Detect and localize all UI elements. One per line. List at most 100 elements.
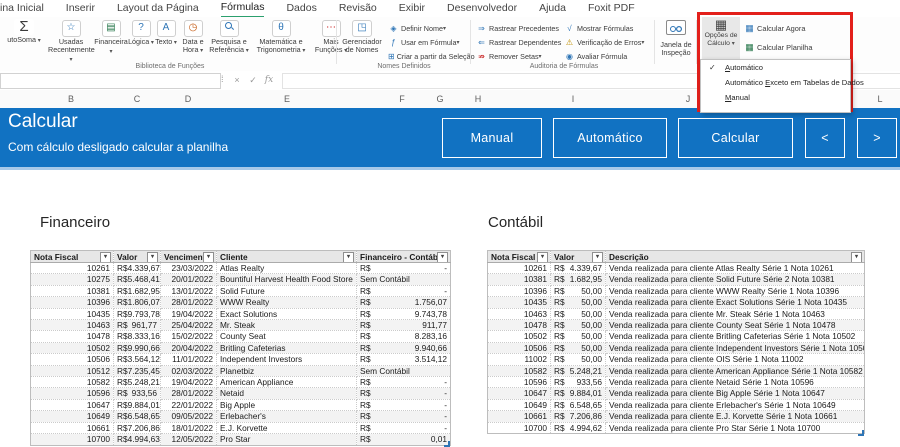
ribbon-tab[interactable]: Layout da Página [117,0,199,17]
column-header-I[interactable]: I [572,90,575,108]
table-cell[interactable]: 20/04/2022 [160,341,217,355]
table-cell[interactable]: Venda realizada para cliente Solid Futur… [605,273,865,286]
table-cell[interactable]: Solid Future [216,284,357,298]
filter-dropdown-icon[interactable]: ▾ [437,252,448,262]
table-cell[interactable]: R$ 9.990,66 [113,341,161,355]
table-cell[interactable]: Venda realizada para cliente County Seat… [605,319,865,332]
table-cell[interactable]: R$ 933,56 [550,376,606,389]
table-cell[interactable]: R$ 9.884,01 [550,387,606,400]
table-cell[interactable]: Venda realizada para cliente Netaid Séri… [605,376,865,389]
table-cell[interactable]: 10381 [487,273,551,286]
table-cell[interactable]: R$ 50,00 [550,341,606,355]
table-cell[interactable]: Britling Cafeterias [216,341,357,355]
table-cell[interactable]: 10435 [30,307,114,321]
table-cell[interactable]: Venda realizada para cliente Independent… [605,341,865,355]
table-cell[interactable]: Atlas Realty [216,261,357,275]
table-cell[interactable]: 10596 [30,387,114,400]
table-cell[interactable]: 10700 [487,421,551,435]
trace-dependents-button[interactable]: ⇐ Rastrear Dependentes [476,35,562,49]
filter-dropdown-icon[interactable]: ▾ [537,252,548,262]
table-cell[interactable]: R$ 1.682,95 [550,273,606,286]
table-cell[interactable]: 10463 [30,319,114,332]
table-cell[interactable]: American Appliance [216,376,357,389]
table-cell[interactable]: Venda realizada para cliente OIS Série 1… [605,353,865,366]
text-button[interactable]: A Texto ▾ [154,17,178,64]
table-cell[interactable]: R$ - [356,421,451,435]
table-cell[interactable]: R$ 50,00 [550,307,606,321]
table-cell[interactable]: 10502 [487,330,551,343]
automatico-button[interactable]: Automático [553,118,667,158]
table-cell[interactable]: R$ 4.339,67 [550,261,606,275]
table-cell[interactable]: R$ 9.743,78 [356,307,451,321]
table-cell[interactable]: 10502 [30,341,114,355]
table-cell[interactable]: 11/01/2022 [160,353,217,366]
calculation-options-button[interactable]: ▦ Opções de Cálculo ▾ [702,17,740,59]
table-cell[interactable]: R$ 50,00 [550,353,606,366]
ribbon-tab[interactable]: Exibir [399,0,425,17]
table-cell[interactable]: R$ 7.206,86 [550,410,606,423]
table-cell[interactable]: 23/03/2022 [160,261,217,275]
cancel-button[interactable]: × [230,73,244,88]
ribbon-tab[interactable]: Dados [286,0,316,17]
table-cell[interactable]: 25/04/2022 [160,319,217,332]
filter-dropdown-icon[interactable]: ▾ [851,252,862,262]
table-cell[interactable]: R$ 1.682,95 [113,284,161,298]
table-cell[interactable]: 28/01/2022 [160,387,217,400]
logical-button[interactable]: ? Lógica ▾ [128,17,154,64]
ribbon-tab[interactable]: Desenvolvedor [447,0,517,17]
calculate-now-button[interactable]: ▦ Calcular Agora [744,21,805,35]
table-cell[interactable]: Venda realizada para cliente Big Apple S… [605,387,865,400]
ribbon-tab[interactable]: Ajuda [539,0,566,17]
table-cell[interactable]: Venda realizada para cliente Pro Star Sé… [605,421,865,435]
table-cell[interactable]: Big Apple [216,398,357,412]
table-cell[interactable]: 13/01/2022 [160,284,217,298]
table-cell[interactable]: 10649 [30,410,114,423]
column-header-L[interactable]: L [877,90,882,108]
table-cell[interactable]: 11002 [487,353,551,366]
column-header-E[interactable]: E [284,90,290,108]
table-cell[interactable]: 10649 [487,398,551,412]
name-box[interactable] [0,73,221,89]
table-cell[interactable]: 10700 [30,433,114,446]
table-cell[interactable]: R$ 1.806,07 [113,296,161,309]
table-cell[interactable]: 12/05/2022 [160,433,217,446]
table-cell[interactable]: R$ 4.994,63 [113,433,161,446]
table-cell[interactable]: Venda realizada para cliente Mr. Steak S… [605,307,865,321]
table-cell[interactable]: E.J. Korvette [216,421,357,435]
table-cell[interactable]: 19/04/2022 [160,307,217,321]
table-cell[interactable]: 09/05/2022 [160,410,217,423]
filter-dropdown-icon[interactable]: ▾ [343,252,354,262]
recently-used-button[interactable]: ☆ Usadas Recentemente ▾ [48,17,95,64]
filter-dropdown-icon[interactable]: ▾ [147,252,158,262]
table-cell[interactable]: R$ 7.235,45 [113,364,161,378]
table-cell[interactable]: R$ 7.206,86 [113,421,161,435]
table-cell[interactable]: Exact Solutions [216,307,357,321]
table-cell[interactable]: 10478 [487,319,551,332]
table-cell[interactable]: 28/01/2022 [160,296,217,309]
date-time-button[interactable]: ◷ Data e Hora ▾ [178,17,208,64]
table-cell[interactable]: R$ 3.564,12 [113,353,161,366]
table-cell[interactable]: R$ 1.756,07 [356,296,451,309]
table-cell[interactable]: 10478 [30,330,114,343]
table-cell[interactable]: R$ 0,01 [356,433,451,446]
table-cell[interactable]: R$ 6.548,65 [550,398,606,412]
column-header-C[interactable]: C [134,90,141,108]
filter-dropdown-icon[interactable]: ▾ [203,252,214,262]
table-cell[interactable]: R$ - [356,398,451,412]
table-cell[interactable]: 10261 [30,261,114,275]
calcular-button[interactable]: Calcular [678,118,793,158]
table-cell[interactable]: 10647 [30,398,114,412]
financeiro-table-resize-handle[interactable] [444,441,450,447]
table-cell[interactable]: 10512 [30,364,114,378]
table-cell[interactable]: R$ - [356,376,451,389]
table-cell[interactable]: Pro Star [216,433,357,446]
math-trig-button[interactable]: θ Matemática e Trigonometria ▾ [250,17,312,64]
table-cell[interactable]: Venda realizada para cliente Erlebacher'… [605,398,865,412]
table-cell[interactable]: R$ 4.994,62 [550,421,606,435]
table-cell[interactable]: Independent Investors [216,353,357,366]
table-cell[interactable]: Mr. Steak [216,319,357,332]
table-cell[interactable]: 10275 [30,273,114,286]
column-header-B[interactable]: B [68,90,74,108]
ribbon-tab[interactable]: Foxit PDF [588,0,635,17]
column-header-J[interactable]: J [686,90,691,108]
